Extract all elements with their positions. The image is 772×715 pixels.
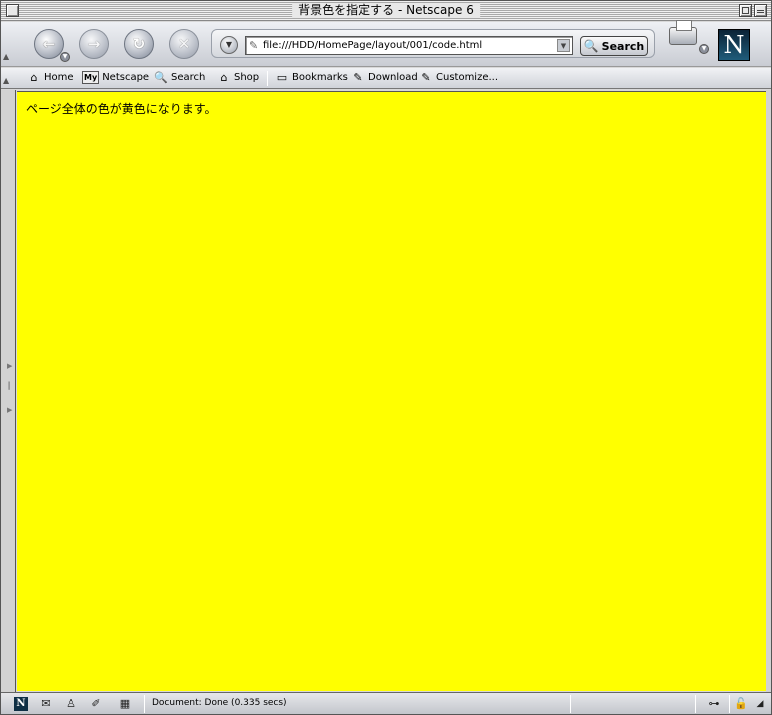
forward-button[interactable]: → bbox=[79, 29, 109, 59]
bookmark-link-icon: ✎ bbox=[421, 71, 431, 84]
personal-item-label: Shop bbox=[234, 72, 260, 83]
search-icon: 🔍 bbox=[154, 71, 168, 84]
status-text: Document: Done (0.335 secs) bbox=[152, 698, 287, 708]
splitter-grip-icon: ▶ bbox=[7, 362, 13, 370]
page-content: ページ全体の色が黄色になります。 bbox=[17, 91, 766, 691]
print-dropdown-icon[interactable]: ▼ bbox=[699, 44, 709, 54]
netscape-logo[interactable]: N bbox=[718, 29, 750, 61]
status-divider bbox=[570, 695, 571, 713]
personal-item-search[interactable]: 🔍 Search bbox=[154, 71, 205, 84]
personal-item-shop[interactable]: ⌂ Shop bbox=[217, 71, 260, 84]
title-bar[interactable]: 背景色を指定する - Netscape 6 bbox=[1, 1, 771, 21]
shop-icon: ⌂ bbox=[220, 71, 228, 84]
page-text: ページ全体の色が黄色になります。 bbox=[26, 102, 217, 116]
composer-icon[interactable]: ✐ bbox=[87, 697, 105, 711]
window-right-edge bbox=[766, 90, 771, 692]
personal-item-label: Download bbox=[368, 72, 418, 83]
zoom-box[interactable] bbox=[739, 4, 752, 17]
collapse-box[interactable] bbox=[754, 4, 767, 17]
back-arrow-icon: ← bbox=[42, 34, 56, 53]
print-button[interactable] bbox=[669, 20, 697, 45]
status-divider bbox=[144, 695, 145, 713]
personal-item-bookmarks[interactable]: ▭ Bookmarks bbox=[275, 71, 348, 84]
sidebar-splitter[interactable]: ▶ ┃ ▶ bbox=[1, 90, 16, 692]
splitter-grip-icon: ▶ bbox=[7, 406, 13, 414]
status-divider bbox=[695, 695, 696, 713]
personal-item-customize[interactable]: ✎ Customize... bbox=[419, 71, 498, 84]
stop-icon: ✕ bbox=[177, 34, 191, 53]
personal-item-netscape[interactable]: My Netscape bbox=[82, 71, 149, 84]
address-book-icon[interactable]: ▦ bbox=[116, 697, 134, 711]
personal-item-home[interactable]: ⌂ Home bbox=[27, 71, 74, 84]
history-dropdown-icon[interactable]: ▼ bbox=[220, 36, 238, 54]
url-bar[interactable]: ✎ ▼ bbox=[245, 36, 573, 55]
forward-arrow-icon: → bbox=[87, 34, 101, 53]
window-title: 背景色を指定する - Netscape 6 bbox=[292, 3, 480, 18]
online-plug-icon[interactable]: ⊶ bbox=[701, 697, 727, 711]
splitter-grip-icon: ┃ bbox=[7, 382, 12, 390]
security-lock-icon[interactable]: 🔓 bbox=[732, 697, 750, 711]
my-netscape-icon: My bbox=[82, 71, 100, 84]
search-button[interactable]: 🔍 Search bbox=[580, 36, 648, 56]
url-input[interactable] bbox=[263, 37, 553, 54]
mail-icon[interactable]: ✉ bbox=[37, 697, 55, 711]
home-icon: ⌂ bbox=[30, 71, 38, 84]
personal-item-label: Bookmarks bbox=[292, 72, 348, 83]
personal-item-label: Customize... bbox=[436, 72, 499, 83]
resize-grip-icon[interactable]: ◢ bbox=[753, 697, 767, 711]
personal-toolbar: ▲ ⌂ Home My Netscape 🔍 Search ⌂ Shop ▭ B… bbox=[1, 68, 771, 89]
personal-item-label: Home bbox=[44, 72, 74, 83]
folder-icon: ▭ bbox=[276, 71, 288, 84]
instant-messenger-icon[interactable]: ♙ bbox=[62, 697, 80, 711]
netscape-n-icon[interactable]: N bbox=[14, 697, 28, 711]
reload-icon: ↻ bbox=[132, 34, 146, 53]
close-box[interactable] bbox=[6, 4, 19, 17]
personal-item-label: Netscape bbox=[102, 72, 150, 83]
stop-button[interactable]: ✕ bbox=[169, 29, 199, 59]
toolbar-separator bbox=[267, 71, 268, 86]
search-button-label: Search bbox=[601, 39, 645, 53]
toolbar-grip-icon[interactable]: ▲ bbox=[3, 52, 11, 61]
personal-toolbar-grip-icon[interactable]: ▲ bbox=[3, 76, 11, 85]
url-dropdown-icon[interactable]: ▼ bbox=[557, 39, 570, 52]
status-bar: N ✉ ♙ ✐ ▦ Document: Done (0.335 secs) ⊶ … bbox=[1, 692, 771, 714]
back-history-dropdown-icon[interactable]: ▼ bbox=[60, 52, 70, 62]
personal-item-download[interactable]: ✎ Download bbox=[351, 71, 418, 84]
browser-window: 背景色を指定する - Netscape 6 ▲ ← ▼ → ↻ ✕ ▼ ✎ ▼ … bbox=[0, 0, 772, 715]
navigation-toolbar: ▲ ← ▼ → ↻ ✕ ▼ ✎ ▼ 🔍 Search ▼ N bbox=[1, 20, 771, 67]
page-proxy-icon[interactable]: ✎ bbox=[249, 39, 263, 52]
status-divider bbox=[729, 695, 730, 713]
personal-item-label: Search bbox=[171, 72, 206, 83]
reload-button[interactable]: ↻ bbox=[124, 29, 154, 59]
bookmark-link-icon: ✎ bbox=[353, 71, 363, 84]
magnifier-icon: 🔍 bbox=[583, 39, 599, 53]
